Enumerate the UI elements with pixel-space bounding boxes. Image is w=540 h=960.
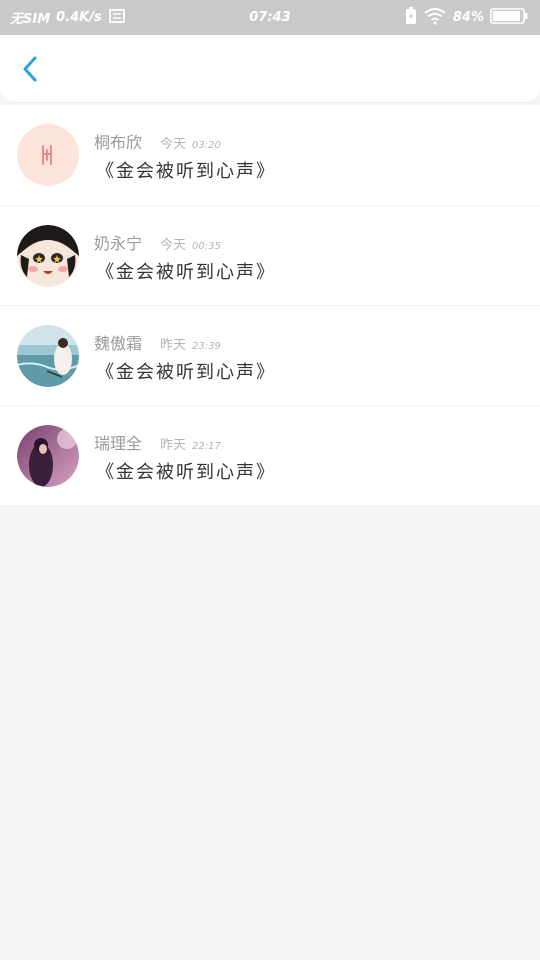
sender-name: 奶永宁 (94, 234, 143, 253)
list-item[interactable]: 魏傲霜 昨天 23:39 《金会被听到心声》 (0, 305, 540, 405)
message-day: 今天 (160, 137, 187, 152)
list-item[interactable]: 桐布欣 今天 03:20 《金会被听到心声》 (0, 105, 540, 205)
sender-name: 桐布欣 (94, 133, 143, 152)
message-time: 昨天 22:17 (160, 434, 221, 453)
status-right: 84% (405, 6, 528, 29)
screenshot-icon (108, 8, 126, 28)
list-item[interactable]: 奶永宁 今天 00:35 《金会被听到心声》 (0, 205, 540, 305)
list-item[interactable]: 瑞理全 昨天 22:17 《金会被听到心声》 (0, 405, 540, 505)
item-meta: 瑞理全 昨天 22:17 (94, 430, 221, 454)
message-time: 昨天 23:39 (160, 334, 221, 353)
status-time: 07:43 (249, 10, 291, 25)
message-preview: 《金会被听到心声》 (96, 161, 276, 182)
purple-photo-avatar[interactable] (17, 425, 79, 487)
status-left: 无SIM 0.4K/s (10, 8, 126, 28)
message-preview: 《金会被听到心声》 (96, 362, 276, 383)
sender-name: 瑞理全 (94, 434, 143, 453)
message-clock: 23:39 (192, 341, 221, 352)
status-bar: 无SIM 0.4K/s 07:43 84% (0, 0, 540, 35)
sender-name: 魏傲霜 (94, 334, 143, 353)
message-day: 今天 (160, 238, 187, 253)
seaside-photo-avatar[interactable] (17, 325, 79, 387)
message-day: 昨天 (160, 438, 187, 453)
net-speed-label: 0.4K/s (56, 10, 102, 25)
battery-icon (490, 7, 528, 28)
cartoon-face-avatar[interactable] (17, 225, 79, 287)
item-meta: 奶永宁 今天 00:35 (94, 230, 221, 254)
item-meta: 魏傲霜 昨天 23:39 (94, 330, 221, 354)
wifi-icon (423, 7, 447, 29)
chevron-left-icon (23, 56, 37, 82)
message-preview: 《金会被听到心声》 (96, 262, 276, 283)
battery-charging-small-icon (405, 6, 417, 29)
message-clock: 22:17 (192, 441, 221, 452)
message-time: 今天 03:20 (160, 133, 221, 152)
message-preview: 《金会被听到心声》 (96, 462, 276, 483)
message-clock: 03:20 (192, 140, 221, 151)
battery-percent: 84% (452, 10, 484, 25)
nav-bar (0, 35, 540, 103)
item-meta: 桐布欣 今天 03:20 (94, 129, 221, 153)
message-day: 昨天 (160, 338, 187, 353)
message-time: 今天 00:35 (160, 234, 221, 253)
carrier-label: 无SIM (10, 12, 51, 27)
pink-logo-avatar[interactable] (17, 124, 79, 186)
conversation-list: 桐布欣 今天 03:20 《金会被听到心声》 奶永宁 今天 00:35 《金会被… (0, 105, 540, 505)
back-button[interactable] (14, 53, 46, 85)
message-clock: 00:35 (192, 241, 221, 252)
